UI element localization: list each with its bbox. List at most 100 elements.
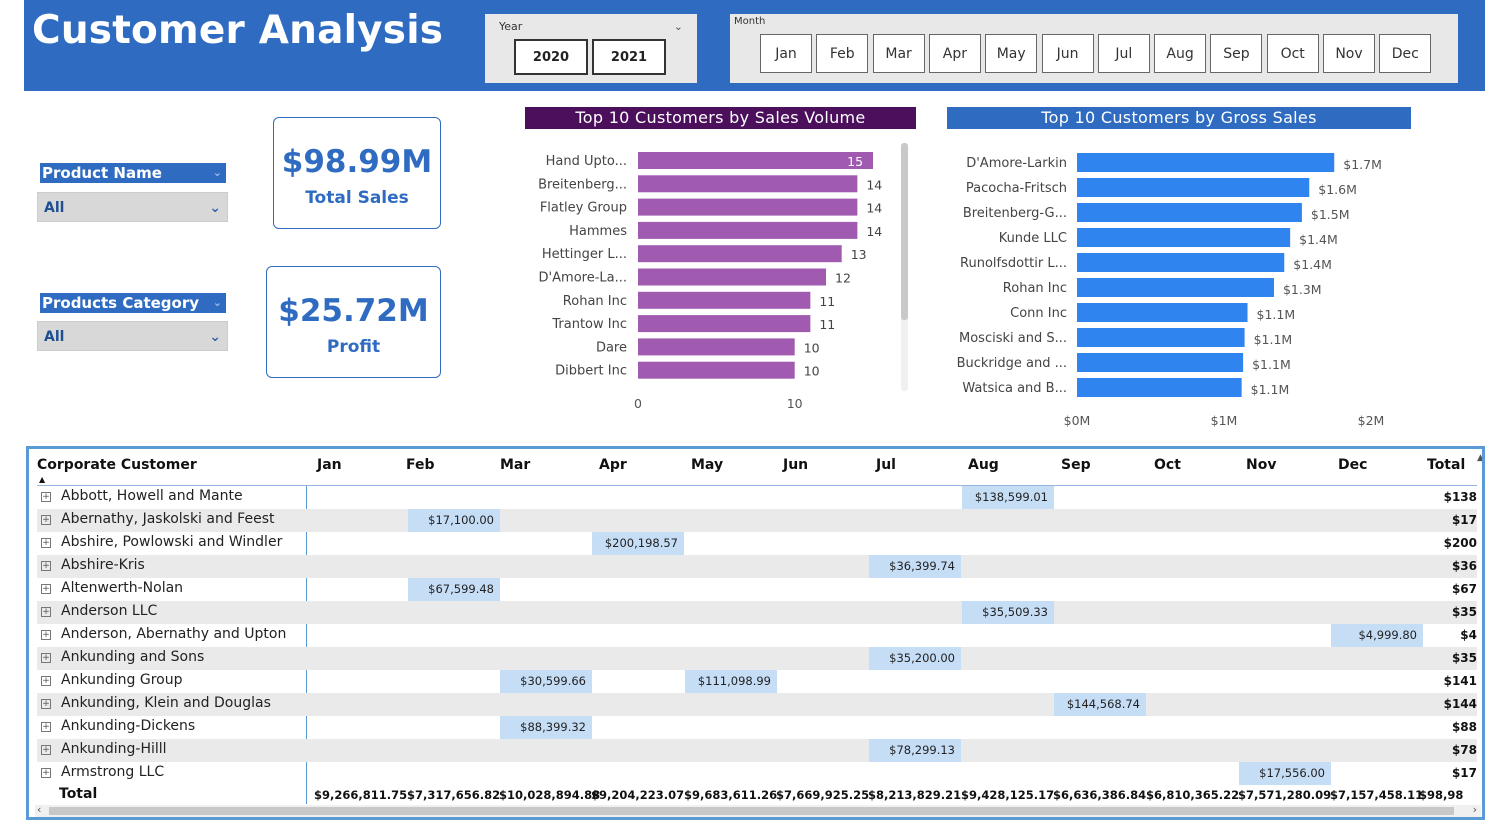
bar[interactable]: [638, 361, 795, 379]
expand-plus-icon[interactable]: +: [41, 630, 51, 640]
month-button-jun[interactable]: Jun: [1041, 34, 1094, 73]
bar[interactable]: [1077, 228, 1291, 247]
table-row[interactable]: + Abernathy, Jaskolski and Feest $17,100.0…: [37, 509, 1477, 532]
category-label: Mosciski and S...: [959, 331, 1067, 346]
products-category-dropdown[interactable]: All ⌄: [37, 321, 228, 351]
data-label: $1.1M: [1251, 382, 1290, 397]
bar[interactable]: [1077, 203, 1302, 222]
data-label: $1.1M: [1252, 357, 1291, 372]
product-name-filter-label: Product Name ⌄: [40, 163, 226, 183]
month-button-aug[interactable]: Aug: [1154, 34, 1207, 73]
bar[interactable]: [1077, 328, 1245, 347]
column-header-jun[interactable]: Jun: [783, 457, 808, 473]
column-header-jan[interactable]: Jan: [317, 457, 342, 473]
table-row[interactable]: + Ankunding-Dickens $88,399.32 $88: [37, 716, 1477, 739]
expand-plus-icon[interactable]: +: [41, 538, 51, 548]
month-button-sep[interactable]: Sep: [1210, 34, 1263, 73]
bar[interactable]: [638, 315, 811, 333]
total-sales-value: $98.99M: [281, 144, 433, 180]
column-header-oct[interactable]: Oct: [1154, 457, 1181, 473]
column-header-sep[interactable]: Sep: [1061, 457, 1091, 473]
bar[interactable]: [1077, 153, 1335, 172]
bar[interactable]: [638, 221, 858, 239]
column-header-feb[interactable]: Feb: [406, 457, 435, 473]
table-row[interactable]: + Ankunding Group $30,599.66 $111,098.99 $14…: [37, 670, 1477, 693]
customer-name: Abernathy, Jaskolski and Feest: [61, 511, 275, 527]
chart-scrollbar-thumb[interactable]: [901, 143, 908, 320]
data-label: 15: [847, 154, 863, 169]
scroll-up-icon[interactable]: ▲: [1477, 453, 1482, 467]
column-header-nov[interactable]: Nov: [1246, 457, 1276, 473]
chevron-down-icon[interactable]: ⌄: [674, 20, 683, 33]
expand-plus-icon[interactable]: +: [41, 768, 51, 778]
scroll-left-icon[interactable]: ‹: [37, 803, 41, 816]
expand-plus-icon[interactable]: +: [41, 699, 51, 709]
column-header-jul[interactable]: Jul: [876, 457, 896, 473]
expand-plus-icon[interactable]: +: [41, 515, 51, 525]
table-cell-value: $144,568.74: [1054, 693, 1146, 716]
bar[interactable]: [638, 338, 795, 356]
table-row[interactable]: + Abbott, Howell and Mante $138,599.01 $138: [37, 486, 1477, 509]
bar[interactable]: [1077, 253, 1285, 272]
expand-plus-icon[interactable]: +: [41, 607, 51, 617]
column-header-apr[interactable]: Apr: [599, 457, 627, 473]
month-button-feb[interactable]: Feb: [816, 34, 869, 73]
bar[interactable]: [1077, 178, 1310, 197]
month-button-jan[interactable]: Jan: [760, 34, 812, 73]
sort-ascending-icon[interactable]: ▲: [39, 475, 45, 484]
bar[interactable]: [638, 291, 811, 309]
x-tick-label: 10: [787, 396, 803, 411]
year-button-2020[interactable]: 2020: [514, 39, 588, 75]
scroll-right-icon[interactable]: ›: [1473, 803, 1477, 816]
expand-plus-icon[interactable]: +: [41, 676, 51, 686]
table-row[interactable]: + Anderson LLC $35,509.33 $35: [37, 601, 1477, 624]
column-header-dec[interactable]: Dec: [1338, 457, 1367, 473]
bar[interactable]: [1077, 278, 1274, 297]
bar[interactable]: [638, 268, 827, 286]
table-cell-value: $200,198.57: [592, 532, 684, 555]
year-button-2021[interactable]: 2021: [592, 39, 666, 75]
month-button-apr[interactable]: Apr: [928, 34, 981, 73]
table-row[interactable]: + Ankunding, Klein and Douglas $144,568.74…: [37, 693, 1477, 716]
expand-plus-icon[interactable]: +: [41, 653, 51, 663]
bar[interactable]: [1077, 353, 1244, 372]
month-button-may[interactable]: May: [985, 34, 1038, 73]
month-button-jul[interactable]: Jul: [1097, 34, 1150, 73]
table-row[interactable]: + Altenwerth-Nolan $67,599.48 $67: [37, 578, 1477, 601]
bar[interactable]: [638, 245, 842, 263]
table-row[interactable]: + Anderson, Abernathy and Upton $4,999.80 $…: [37, 624, 1477, 647]
month-button-oct[interactable]: Oct: [1266, 34, 1319, 73]
table-row[interactable]: + Abshire-Kris $36,399.74 $36: [37, 555, 1477, 578]
table-row[interactable]: + Ankunding-Hilll $78,299.13 $78: [37, 739, 1477, 762]
bar[interactable]: [638, 152, 874, 169]
bar[interactable]: [638, 175, 858, 193]
data-label: $1.1M: [1254, 332, 1293, 347]
expand-plus-icon[interactable]: +: [41, 492, 51, 502]
month-button-dec[interactable]: Dec: [1379, 34, 1432, 73]
expand-plus-icon[interactable]: +: [41, 722, 51, 732]
product-name-dropdown[interactable]: All ⌄: [37, 192, 228, 222]
month-button-mar[interactable]: Mar: [872, 34, 925, 73]
scrollbar-thumb[interactable]: [49, 807, 1454, 815]
column-header-mar[interactable]: Mar: [500, 457, 530, 473]
table-row[interactable]: + Ankunding and Sons $35,200.00 $35: [37, 647, 1477, 670]
category-label: Rohan Inc: [563, 294, 627, 309]
column-header-corporate-customer[interactable]: Corporate Customer: [37, 457, 197, 473]
horizontal-scrollbar[interactable]: ‹ ›: [35, 803, 1481, 817]
expand-plus-icon[interactable]: +: [41, 745, 51, 755]
header-bar: Customer Analysis Year ⌄ 2020 2021 Month…: [24, 0, 1485, 91]
table-row[interactable]: + Abshire, Powlowski and Windler $200,198.…: [37, 532, 1477, 555]
bar[interactable]: [1077, 378, 1242, 397]
column-header-total[interactable]: Total: [1427, 457, 1465, 473]
data-label: $1.6M: [1318, 182, 1357, 197]
column-header-aug[interactable]: Aug: [968, 457, 999, 473]
bar[interactable]: [638, 198, 858, 216]
expand-plus-icon[interactable]: +: [41, 561, 51, 571]
bar[interactable]: [1077, 303, 1248, 322]
expand-plus-icon[interactable]: +: [41, 584, 51, 594]
column-header-may[interactable]: May: [691, 457, 723, 473]
table-row[interactable]: + Armstrong LLC $17,556.00 $17: [37, 762, 1477, 785]
data-label: $1.4M: [1299, 232, 1338, 247]
row-total: $17: [1451, 766, 1477, 780]
month-button-nov[interactable]: Nov: [1323, 34, 1375, 73]
